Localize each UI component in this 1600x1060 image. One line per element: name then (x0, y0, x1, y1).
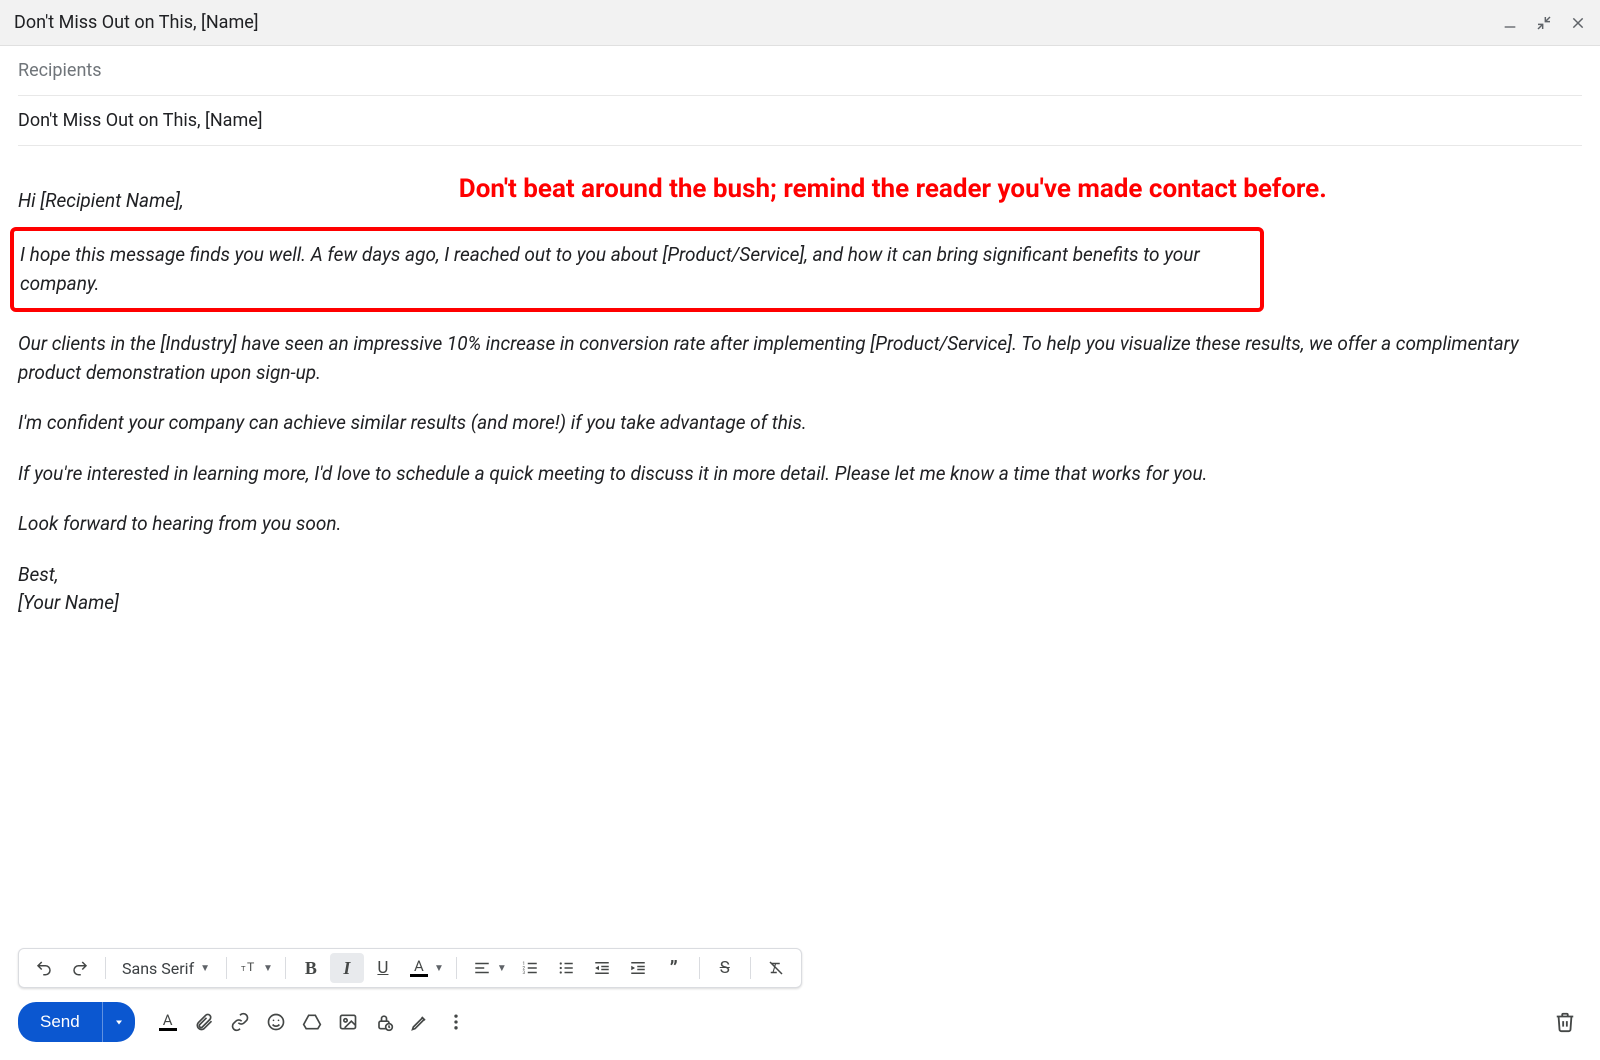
annotation-highlight-box: I hope this message finds you well. A fe… (10, 227, 1264, 312)
undo-button[interactable] (27, 953, 61, 983)
text-color-button[interactable]: A (402, 953, 436, 983)
chevron-down-icon: ▼ (263, 963, 273, 974)
body-p1: I hope this message finds you well. A fe… (20, 241, 1254, 298)
send-button-group: Send (18, 1002, 135, 1042)
numbered-list-button[interactable]: 123 (513, 953, 547, 983)
toolbar-separator (285, 957, 286, 979)
compose-body[interactable]: Hi [Recipient Name], Don't beat around t… (0, 146, 1600, 948)
body-p2: Our clients in the [Industry] have seen … (18, 330, 1582, 387)
align-button[interactable] (465, 953, 499, 983)
font-family-select[interactable]: Sans Serif ▼ (114, 959, 218, 978)
body-p5: Look forward to hearing from you soon. (18, 510, 1582, 539)
insert-signature-icon[interactable] (409, 1011, 431, 1033)
quote-button[interactable]: ” (657, 953, 691, 983)
recipients-field[interactable]: Recipients (18, 46, 1582, 96)
insert-emoji-icon[interactable] (265, 1011, 287, 1033)
attach-file-icon[interactable] (193, 1011, 215, 1033)
insert-link-icon[interactable] (229, 1011, 251, 1033)
window-titlebar: Don't Miss Out on This, [Name] (0, 0, 1600, 46)
insert-drive-icon[interactable] (301, 1011, 323, 1033)
underline-button[interactable]: U (366, 953, 400, 983)
toolbar-separator (105, 957, 106, 979)
discard-draft-icon[interactable] (1554, 1011, 1582, 1033)
send-button[interactable]: Send (18, 1002, 102, 1042)
indent-more-button[interactable] (621, 953, 655, 983)
toggle-confidential-icon[interactable] (373, 1011, 395, 1033)
more-options-icon[interactable] (445, 1011, 467, 1033)
chevron-down-icon[interactable]: ▼ (497, 963, 507, 974)
toolbar-separator (456, 957, 457, 979)
strikethrough-button[interactable]: S (708, 953, 742, 983)
insert-photo-icon[interactable] (337, 1011, 359, 1033)
body-signoff2: [Your Name] (18, 589, 1582, 618)
subject-field[interactable]: Don't Miss Out on This, [Name] (18, 96, 1582, 146)
compose-action-bar: Send A (18, 1002, 1582, 1042)
svg-text:T: T (247, 960, 255, 974)
bold-button[interactable]: B (294, 953, 328, 983)
body-p3: I'm confident your company can achieve s… (18, 409, 1582, 438)
window-controls (1502, 15, 1586, 31)
body-greeting: Hi [Recipient Name], (18, 187, 184, 216)
toolbar-separator (750, 957, 751, 979)
send-options-button[interactable] (102, 1002, 135, 1042)
compose-footer: Sans Serif ▼ TT ▼ B I U A ▼ ▼ 123 (0, 948, 1600, 1060)
text-format-icon[interactable]: A (157, 1011, 179, 1033)
toolbar-separator (699, 957, 700, 979)
compose-action-icons: A (157, 1011, 467, 1033)
redo-button[interactable] (63, 953, 97, 983)
toolbar-separator (226, 957, 227, 979)
font-family-label: Sans Serif (122, 959, 194, 978)
svg-text:T: T (241, 964, 246, 973)
body-signoff1: Best, (18, 561, 1582, 590)
close-icon[interactable] (1570, 15, 1586, 31)
bulleted-list-button[interactable] (549, 953, 583, 983)
window-title: Don't Miss Out on This, [Name] (14, 12, 259, 33)
body-p4: If you're interested in learning more, I… (18, 460, 1582, 489)
font-size-button[interactable]: TT ▼ (235, 959, 277, 977)
compose-fields: Recipients Don't Miss Out on This, [Name… (0, 46, 1600, 146)
remove-formatting-button[interactable] (759, 953, 793, 983)
formatting-toolbar: Sans Serif ▼ TT ▼ B I U A ▼ ▼ 123 (18, 948, 802, 988)
svg-text:3: 3 (522, 970, 525, 976)
indent-less-button[interactable] (585, 953, 619, 983)
chevron-down-icon[interactable]: ▼ (434, 963, 444, 974)
minimize-icon[interactable] (1502, 15, 1518, 31)
chevron-down-icon: ▼ (200, 963, 210, 974)
annotation-text: Don't beat around the bush; remind the r… (204, 170, 1582, 209)
pop-in-icon[interactable] (1536, 15, 1552, 31)
italic-button[interactable]: I (330, 953, 364, 983)
